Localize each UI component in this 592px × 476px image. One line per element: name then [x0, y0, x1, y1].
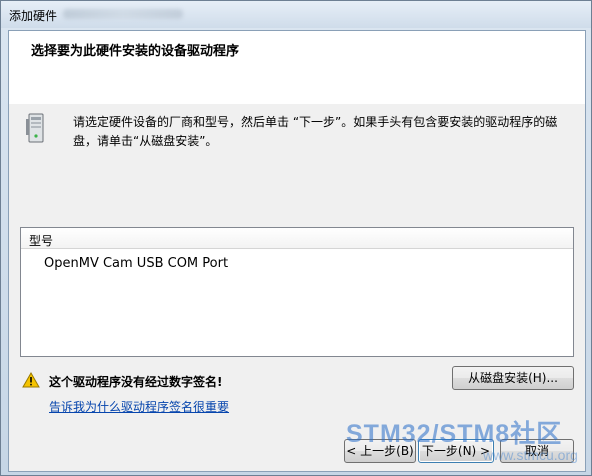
list-item[interactable]: OpenMV Cam USB COM Port	[44, 256, 228, 271]
window-title: 添加硬件	[9, 9, 58, 23]
dialog-client-area: 选择要为此硬件安装的设备驱动程序 请选定硬件设备的厂商和型号，然后单击 “下一步…	[8, 30, 586, 472]
have-disk-button[interactable]: 从磁盘安装(H)...	[452, 366, 574, 390]
unsigned-driver-warning: 这个驱动程序没有经过数字签名!	[49, 375, 223, 389]
header-divider	[9, 103, 585, 104]
model-list-header[interactable]: 型号	[21, 228, 573, 249]
why-signing-important-link[interactable]: 告诉我为什么驱动程序签名很重要	[49, 398, 229, 415]
dialog-window: 添加硬件 选择要为此硬件安装的设备驱动程序 请选定硬件设备的厂商和型号，然后单击…	[0, 0, 592, 476]
hardware-tower-icon	[26, 113, 44, 143]
blurred-title-suffix	[63, 9, 183, 19]
title-bar[interactable]: 添加硬件	[1, 1, 591, 28]
cancel-button[interactable]: 取消	[500, 439, 574, 463]
page-title: 选择要为此硬件安装的设备驱动程序	[31, 44, 240, 59]
model-list[interactable]: 型号 OpenMV Cam USB COM Port	[20, 227, 574, 357]
back-button[interactable]: < 上一步(B)	[344, 439, 416, 463]
column-header-model[interactable]: 型号	[29, 232, 53, 249]
dialog-header: 选择要为此硬件安装的设备驱动程序	[9, 31, 585, 104]
warning-icon	[22, 372, 40, 388]
next-button[interactable]: 下一步(N) >	[418, 439, 494, 463]
instruction-text: 请选定硬件设备的厂商和型号，然后单击 “下一步”。如果手头有包含要安装的驱动程序…	[73, 115, 558, 148]
